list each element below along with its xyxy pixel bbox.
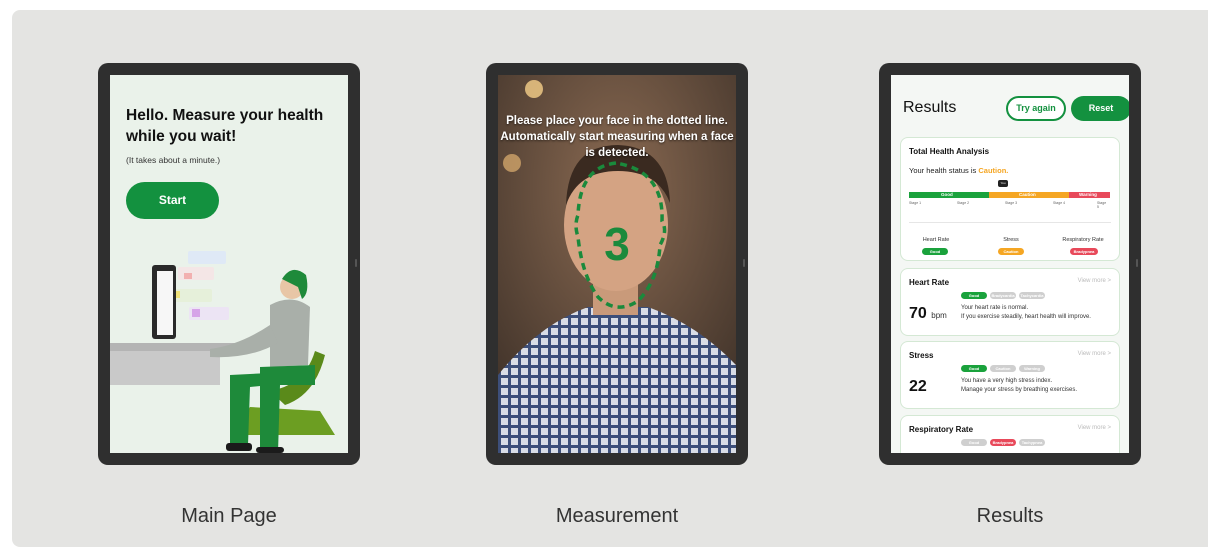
results-title: Results — [903, 99, 957, 116]
respiratory-view-more[interactable]: View more > — [1078, 425, 1111, 431]
main-subtitle: (It takes about a minute.) — [126, 155, 221, 165]
caption-measurement: Measurement — [555, 505, 679, 527]
total-health-title: Total Health Analysis — [909, 147, 990, 156]
heart-rate-desc2: If you exercise steadily, heart health w… — [961, 314, 1091, 320]
col-stress: Stress — [1003, 237, 1019, 243]
stress-view-more[interactable]: View more > — [1078, 351, 1111, 357]
stress-card[interactable]: Stress View more > Good Caution Warning … — [900, 341, 1120, 409]
bar-label-caution: Caution — [1019, 192, 1036, 197]
stress-pill-caution: Caution — [990, 365, 1016, 372]
caption-main-page: Main Page — [181, 505, 277, 527]
resp-pill-tachypnea: Tachypnea — [1019, 439, 1045, 446]
status-pill-caution: Caution — [998, 248, 1024, 255]
resp-pill-bradypnea: Bradypnea — [990, 439, 1016, 446]
status-pill-good: Good — [922, 248, 948, 255]
hr-pill-good: Good — [961, 292, 987, 299]
respiratory-title: Respiratory Rate — [909, 425, 974, 434]
stress-pill-good: Good — [961, 365, 987, 372]
side-button — [743, 259, 745, 267]
stress-desc2: Manage your stress by breathing exercise… — [961, 387, 1078, 393]
hr-pill-tachycardia: Tachycardia — [1019, 292, 1045, 299]
col-respiratory: Respiratory Rate — [1062, 237, 1104, 243]
bar-label-good: Good — [941, 192, 953, 197]
respiratory-card[interactable]: Respiratory Rate View more > Good Bradyp… — [900, 415, 1120, 453]
person-at-desk-illustration — [110, 251, 335, 453]
reset-button[interactable]: Reset — [1071, 96, 1129, 121]
divider — [909, 222, 1111, 223]
you-marker: You — [998, 180, 1008, 187]
hr-pill-bradycardia: Bradycardia — [990, 292, 1016, 299]
col-heart-rate: Heart Rate — [922, 237, 950, 243]
heart-rate-title: Heart Rate — [909, 278, 950, 287]
start-button[interactable]: Start — [126, 182, 219, 219]
status-pill-bradypnea: Bradypnea — [1070, 248, 1098, 255]
health-status-text: Your health status is Caution. — [909, 166, 1009, 175]
heart-rate-view-more[interactable]: View more > — [1078, 278, 1111, 284]
stress-title: Stress — [909, 351, 934, 360]
countdown-number: 3 — [604, 218, 630, 270]
heart-rate-card[interactable]: Heart Rate View more > Good Bradycardia … — [900, 268, 1120, 336]
side-button — [355, 259, 357, 267]
stress-pill-warning: Warning — [1019, 365, 1045, 372]
stress-desc1: You have a very high stress index. — [961, 378, 1053, 384]
tablet-measurement: Please place your face in the dotted lin… — [486, 63, 748, 465]
side-button — [1136, 259, 1138, 267]
heart-rate-desc1: Your heart rate is normal. — [961, 305, 1029, 311]
measurement-screen: Please place your face in the dotted lin… — [498, 75, 736, 453]
tablet-results: Results Try again Reset Total Health Ana… — [879, 63, 1141, 465]
face-instruction: Please place your face in the dotted lin… — [500, 115, 734, 159]
total-health-card: Total Health Analysis Your health status… — [900, 137, 1120, 261]
health-status-value: Caution. — [978, 166, 1009, 175]
caption-results: Results — [976, 505, 1044, 527]
bar-label-warning: Warning — [1079, 192, 1097, 197]
results-screen: Results Try again Reset Total Health Ana… — [891, 75, 1129, 453]
heart-rate-value: 70 bpm — [909, 305, 947, 322]
try-again-button[interactable]: Try again — [1006, 96, 1066, 121]
stress-value: 22 — [909, 378, 927, 395]
main-headline: Hello. Measure your health while you wai… — [126, 107, 324, 145]
tablet-main-page: Hello. Measure your health while you wai… — [98, 63, 360, 465]
resp-pill-good: Good — [961, 439, 987, 446]
main-page-screen: Hello. Measure your health while you wai… — [110, 75, 348, 453]
